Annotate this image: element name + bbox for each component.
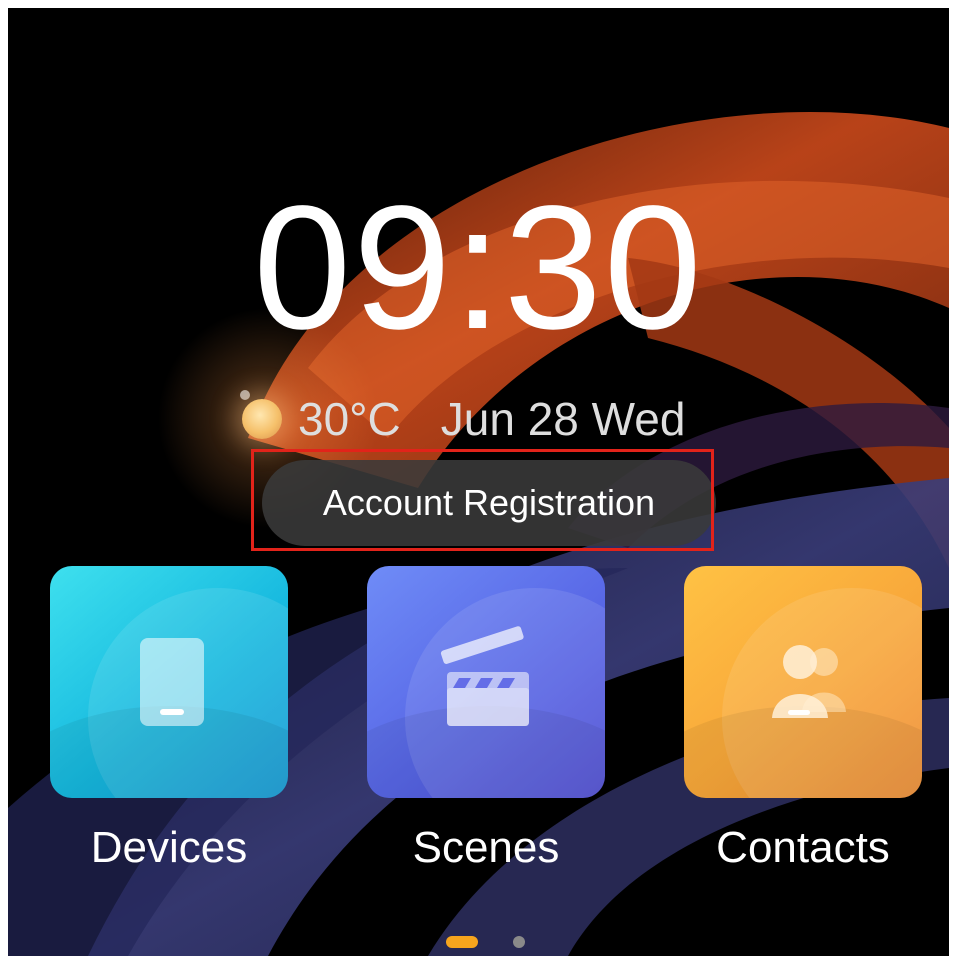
- page-indicator[interactable]: [513, 936, 525, 948]
- sun-icon: [242, 399, 282, 439]
- date: Jun 28 Wed: [440, 393, 686, 445]
- devices-app-tile[interactable]: [50, 566, 288, 798]
- scenes-label[interactable]: Scenes: [336, 820, 636, 876]
- clock-time: 09:30: [253, 170, 704, 366]
- contacts-label[interactable]: Contacts: [653, 820, 949, 876]
- tablet-icon: [140, 638, 204, 726]
- contacts-icon: [772, 645, 846, 718]
- temperature: 30°C: [298, 393, 401, 445]
- scenes-app-tile[interactable]: [367, 566, 605, 798]
- highlight-box: [251, 449, 714, 551]
- home-screen: 09:30 30°C Jun 28 Wed Account Registrati…: [8, 8, 949, 956]
- devices-label[interactable]: Devices: [19, 820, 319, 876]
- contacts-app-tile[interactable]: [684, 566, 922, 798]
- page-indicator-active[interactable]: [446, 936, 478, 948]
- weather-date-row: 30°C Jun 28 Wed: [242, 392, 685, 446]
- clapperboard-icon: [440, 626, 529, 726]
